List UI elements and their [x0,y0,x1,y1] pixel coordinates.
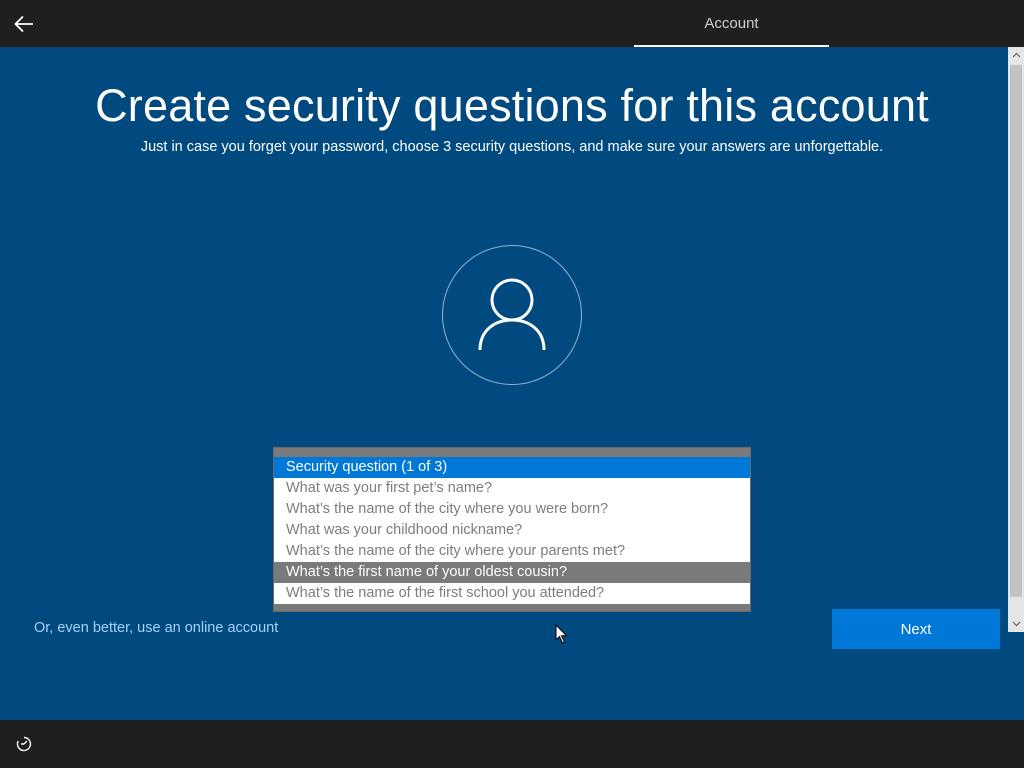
top-bar: Account [0,0,1024,47]
dropdown-option[interactable]: What’s the first name of your oldest cou… [274,562,750,583]
dropdown-bottom-edge [274,604,750,611]
ease-of-access-icon [16,736,32,752]
mouse-cursor-icon [555,624,568,644]
dropdown-option[interactable]: Security question (1 of 3) [274,457,750,478]
oobe-window: Account Create security questions for th… [0,0,1024,768]
dropdown-option[interactable]: What was your first pet’s name? [274,478,750,499]
scrollbar-lower-area [1008,632,1024,720]
dropdown-option[interactable]: What’s the name of the city where your p… [274,541,750,562]
page-subtitle: Just in case you forget your password, c… [140,139,884,155]
ease-of-access-button[interactable] [10,730,38,758]
tab-account[interactable]: Account [634,0,829,47]
next-button[interactable]: Next [832,609,1000,649]
bottom-bar [0,720,1024,768]
security-question-dropdown[interactable]: Security question (1 of 3) What was your … [273,447,751,612]
chevron-up-icon [1012,52,1020,58]
page-title: Create security questions for this accou… [95,80,929,131]
scrollbar-thumb[interactable] [1010,65,1022,597]
tab-account-label: Account [704,15,759,32]
scroll-down-button[interactable] [1008,616,1024,632]
scroll-up-button[interactable] [1008,47,1024,63]
chevron-down-icon [1012,621,1020,627]
back-arrow-icon [14,15,33,33]
back-button[interactable] [8,8,40,40]
avatar [442,245,582,385]
vertical-scrollbar[interactable] [1008,47,1024,632]
user-icon [478,278,546,351]
dropdown-option[interactable]: What’s the name of the city where you we… [274,499,750,520]
online-account-link[interactable]: Or, even better, use an online account [34,620,278,636]
dropdown-top-edge [274,448,750,457]
dropdown-options-list: Security question (1 of 3) What was your … [274,457,750,604]
dropdown-option[interactable]: What was your childhood nickname? [274,520,750,541]
dropdown-option[interactable]: What’s the name of the first school you … [274,583,750,604]
